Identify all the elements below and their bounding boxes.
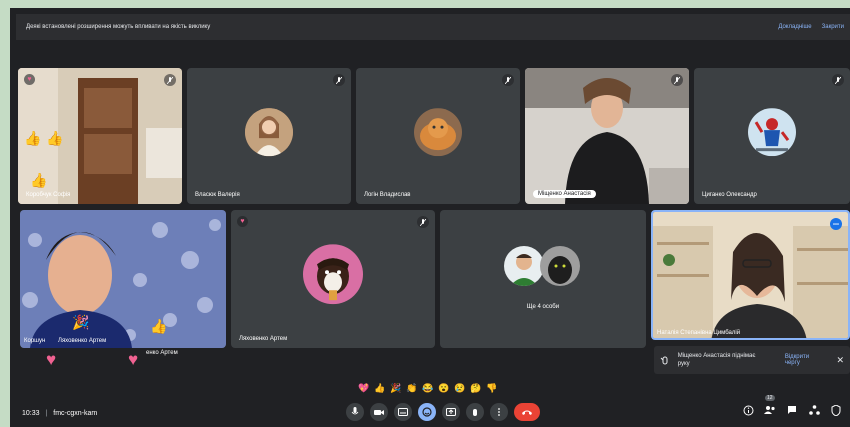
participant-tile[interactable]: ♥ 👍 👍 👍 Коробчук Софія	[18, 68, 182, 204]
heart-icon: ♥	[46, 350, 57, 369]
meet-window: Деякі встановлені розширення можуть впли…	[10, 8, 850, 427]
camera-button[interactable]	[370, 403, 388, 421]
participant-name: Коробчук Софія	[26, 192, 71, 198]
participant-tile[interactable]: Логін Владислав	[356, 68, 520, 204]
mic-muted-icon	[164, 74, 176, 86]
present-screen-button[interactable]	[442, 403, 460, 421]
thumbs-up-icon: 👍	[24, 130, 42, 146]
reaction-thinking[interactable]: 🤔	[470, 382, 482, 394]
leave-call-button[interactable]	[514, 403, 540, 421]
bottom-toolbar: 10:33 | fmc-cgxn-kam 12	[10, 395, 850, 427]
participant-tile-active-speaker[interactable]: Наталія Степанівна Цимбалій	[651, 210, 850, 340]
banner-actions: Докладніше Закрити	[778, 24, 844, 30]
heart-badge-icon: ♥	[24, 74, 35, 85]
participant-name-overlay: енко Артем	[146, 350, 178, 356]
participant-name: Ляховенко Артем	[239, 336, 288, 342]
captions-button[interactable]	[394, 403, 412, 421]
participant-tile[interactable]: Циганко Олександр	[694, 68, 850, 204]
participant-tile-group[interactable]: Ще 4 особи	[440, 210, 646, 348]
participant-name: Ляховенко Артем	[58, 338, 107, 344]
avatar	[414, 108, 462, 157]
mic-muted-icon	[671, 74, 683, 86]
chat-button[interactable]	[786, 404, 798, 416]
reaction-sad[interactable]: 😢	[454, 382, 466, 394]
participant-name-hand-raised: Міщенко Анастасія	[533, 190, 596, 198]
reaction-bar: 💖 👍 🎉 👏 😂 😮 😢 🤔 👎	[358, 382, 498, 394]
mic-muted-icon	[832, 74, 844, 86]
banner-details-link[interactable]: Докладніше	[778, 24, 811, 30]
participant-name-overlay: Коршун	[24, 338, 46, 344]
people-icon	[764, 406, 775, 414]
hand-raise-icon	[660, 356, 668, 365]
host-controls-button[interactable]	[830, 404, 842, 416]
more-options-button[interactable]	[490, 403, 508, 421]
separator: |	[45, 409, 48, 417]
avatar	[504, 246, 544, 286]
participant-tile[interactable]: 🎉 👍 Коршун Ляховенко Артем	[20, 210, 226, 348]
microphone-button[interactable]	[346, 403, 364, 421]
avatar	[245, 108, 293, 157]
participant-tile[interactable]: Міщенко Анастасія	[525, 68, 689, 204]
close-icon[interactable]: ✕	[836, 355, 844, 366]
thumbs-up-icon: 👍	[46, 130, 64, 146]
participant-name: Власюк Валерія	[195, 192, 240, 198]
hand-raise-text: Міщенко Анастасія піднімає руку	[677, 353, 756, 367]
clock-time: 10:33	[22, 409, 40, 417]
meeting-info: 10:33 | fmc-cgxn-kam	[22, 410, 97, 417]
reaction-laugh[interactable]: 😂	[422, 382, 434, 394]
people-button[interactable]: 12	[764, 395, 776, 416]
video-feed	[20, 210, 226, 348]
side-panel-controls: 12	[742, 395, 842, 416]
heart-badge-icon: ♥	[237, 216, 248, 227]
call-controls	[346, 403, 540, 421]
reaction-thumbs-down[interactable]: 👎	[486, 382, 498, 394]
reaction-heart[interactable]: 💖	[358, 382, 370, 394]
avatar	[540, 246, 580, 286]
banner-text: Деякі встановлені розширення можуть впли…	[26, 24, 211, 30]
participant-name: Циганко Олександр	[702, 192, 757, 198]
mic-muted-icon	[502, 74, 514, 86]
video-feed	[525, 68, 689, 204]
participant-tile[interactable]: ♥ Ляховенко Артем	[231, 210, 435, 348]
emoji-reactions-button[interactable]	[418, 403, 436, 421]
reaction-party[interactable]: 🎉	[390, 382, 402, 394]
mic-muted-icon	[333, 74, 345, 86]
reaction-clap[interactable]: 👏	[406, 382, 418, 394]
open-queue-button[interactable]: Відкрити чергу	[785, 354, 825, 366]
mic-muted-icon	[417, 216, 429, 228]
thumbs-up-icon: 👍	[30, 172, 48, 188]
meeting-code: fmc-cgxn-kam	[53, 409, 98, 417]
reaction-thumbs-up[interactable]: 👍	[374, 382, 386, 394]
hand-raise-notification: Міщенко Анастасія піднімає руку Відкрити…	[654, 346, 850, 374]
participant-name: Логін Владислав	[364, 192, 411, 198]
raise-hand-button[interactable]	[466, 403, 484, 421]
meeting-details-button[interactable]	[742, 404, 754, 416]
reaction-surprised[interactable]: 😮	[438, 382, 450, 394]
thumbs-up-icon: 👍	[150, 318, 168, 334]
party-popper-icon: 🎉	[72, 314, 90, 330]
participant-count-badge: 12	[765, 395, 775, 401]
extensions-warning-banner: Деякі встановлені розширення можуть впли…	[16, 14, 850, 40]
avatar	[303, 244, 363, 305]
video-feed	[653, 212, 848, 338]
banner-close-link[interactable]: Закрити	[822, 24, 844, 30]
avatar	[748, 108, 796, 157]
more-participants-label: Ще 4 особи	[526, 304, 560, 310]
participant-name: Наталія Степанівна Цимбалій	[657, 330, 741, 336]
more-options-icon[interactable]	[830, 218, 842, 230]
heart-icon: ♥	[128, 350, 139, 369]
participant-tile[interactable]: Власюк Валерія	[187, 68, 351, 204]
activities-button[interactable]	[808, 404, 820, 416]
